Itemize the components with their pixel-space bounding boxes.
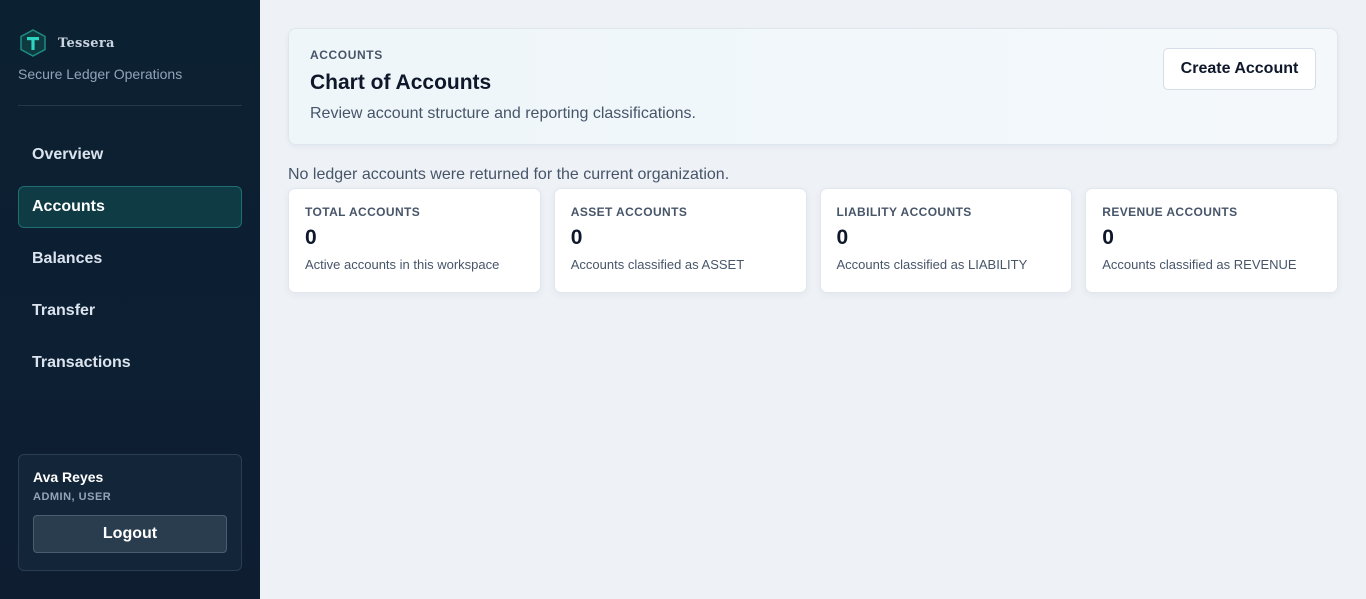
stat-label: LIABILITY ACCOUNTS bbox=[836, 205, 972, 219]
stat-card-total: TOTAL ACCOUNTS 0 Active accounts in this… bbox=[288, 188, 541, 293]
stat-value: 0 bbox=[570, 226, 583, 249]
stat-card-asset: ASSET ACCOUNTS 0 Accounts classified as … bbox=[553, 188, 807, 293]
stat-description: Accounts classified as REVENUE bbox=[1102, 257, 1297, 272]
sidebar-item-transfer[interactable]: Transfer bbox=[18, 290, 242, 332]
sidebar-item-transactions[interactable]: Transactions bbox=[18, 342, 242, 384]
stats-row: TOTAL ACCOUNTS 0 Active accounts in this… bbox=[288, 188, 1338, 293]
stat-value: 0 bbox=[836, 226, 849, 249]
page-subtitle: Review account structure and reporting c… bbox=[310, 105, 696, 122]
stat-card-revenue: REVENUE ACCOUNTS 0 Accounts classified a… bbox=[1085, 188, 1338, 293]
brand-tagline: Secure Ledger Operations bbox=[18, 66, 183, 82]
stat-label: TOTAL ACCOUNTS bbox=[305, 205, 421, 219]
page-title: Chart of Accounts bbox=[310, 71, 492, 94]
stat-value: 0 bbox=[305, 226, 317, 249]
stat-card-liability: LIABILITY ACCOUNTS 0 Accounts classified… bbox=[819, 188, 1073, 293]
stat-description: Accounts classified as ASSET bbox=[570, 257, 745, 272]
logout-button[interactable]: Logout bbox=[33, 515, 227, 553]
empty-state-message: No ledger accounts were returned for the… bbox=[288, 166, 730, 183]
stat-label: ASSET ACCOUNTS bbox=[570, 205, 688, 219]
stat-value: 0 bbox=[1102, 226, 1114, 249]
brand-name: Tessera bbox=[58, 35, 115, 51]
stat-description: Accounts classified as LIABILITY bbox=[836, 257, 1028, 272]
brand[interactable]: Tessera bbox=[20, 29, 115, 57]
create-account-button[interactable]: Create Account bbox=[1163, 48, 1316, 90]
divider bbox=[18, 105, 242, 106]
stat-description: Active accounts in this workspace bbox=[305, 257, 500, 272]
sidebar-nav: Overview Accounts Balances Transfer Tran… bbox=[18, 134, 242, 394]
page-eyebrow: ACCOUNTS bbox=[310, 48, 383, 62]
sidebar-item-balances[interactable]: Balances bbox=[18, 238, 242, 280]
user-roles: ADMIN, USER bbox=[33, 491, 112, 503]
sidebar-item-overview[interactable]: Overview bbox=[18, 134, 242, 176]
stat-label: REVENUE ACCOUNTS bbox=[1102, 205, 1238, 219]
page-header: ACCOUNTS Chart of Accounts Review accoun… bbox=[288, 28, 1338, 145]
sidebar: Tessera Secure Ledger Operations Overvie… bbox=[0, 0, 260, 599]
tessera-t-logo-icon bbox=[20, 29, 46, 57]
sidebar-item-accounts[interactable]: Accounts bbox=[18, 186, 242, 228]
user-card: Ava Reyes ADMIN, USER Logout bbox=[18, 454, 242, 571]
user-name: Ava Reyes bbox=[33, 469, 104, 485]
